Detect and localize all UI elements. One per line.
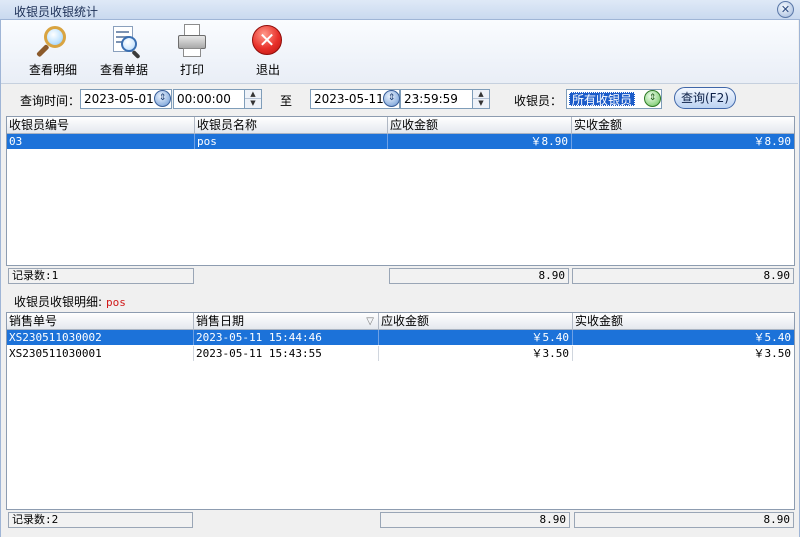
cashier-label: 收银员：: [514, 94, 563, 108]
cell-cashier-name: pos: [195, 134, 388, 149]
end-date-dropdown-icon[interactable]: [383, 90, 400, 107]
col-cashier-code[interactable]: 收银员编号: [7, 117, 195, 134]
cashier-selected-value: 所有收银员: [569, 92, 636, 107]
table-row[interactable]: 03 pos ￥8.90 ￥8.90: [7, 134, 794, 149]
start-time-value: 00:00:00: [177, 92, 231, 106]
window-title: 收银员收银统计: [14, 5, 99, 19]
exit-label: 退出: [255, 63, 280, 77]
document-search-icon: [107, 24, 141, 60]
summary-receivable-total: 8.90: [389, 268, 569, 284]
print-button[interactable]: 打印: [171, 24, 213, 82]
detail-receivable-total: 8.90: [380, 512, 570, 528]
end-time-field[interactable]: 23:59:59: [400, 89, 473, 109]
view-document-label: 查看单据: [99, 63, 148, 77]
cell-receivable: ￥8.90: [388, 134, 572, 149]
col-cashier-name[interactable]: 收银员名称: [195, 117, 388, 134]
sort-descending-icon: ▽: [366, 316, 374, 327]
start-date-value: 2023-05-01: [84, 92, 154, 106]
query-bar: 查询时间： 2023-05-01 00:00:00 ▲▼ 至 2023-05-1…: [1, 84, 798, 114]
query-time-label: 查询时间：: [20, 94, 81, 108]
cell-receivable: ￥3.50: [379, 346, 573, 361]
detail-label-text: 收银员收银明细:: [14, 295, 103, 309]
summary-table-header: 收银员编号 收银员名称 应收金额 实收金额: [7, 117, 794, 134]
cell-order-no: XS230511030002: [7, 330, 194, 345]
toolbar: 查看明细 查看单据 打印 ✕ 退出: [1, 20, 798, 84]
col-detail-receivable[interactable]: 应收金额: [379, 313, 573, 330]
print-label: 打印: [179, 63, 204, 77]
cell-receivable: ￥5.40: [379, 330, 573, 345]
cell-received: ￥8.90: [753, 135, 792, 148]
detail-cashier-name: pos: [106, 296, 126, 309]
summary-footer: 记录数:1 8.90 8.90: [6, 266, 795, 286]
summary-record-count: 记录数:1: [8, 268, 194, 284]
col-receivable[interactable]: 应收金额: [388, 117, 572, 134]
start-date-dropdown-icon[interactable]: [154, 90, 171, 107]
detail-label: 收银员收银明细: pos: [14, 293, 126, 310]
col-received[interactable]: 实收金额: [572, 117, 794, 134]
cell-received: ￥5.40: [753, 331, 792, 344]
view-document-button[interactable]: 查看单据: [96, 24, 152, 82]
end-date-value: 2023-05-11: [314, 92, 384, 106]
cell-received: ￥3.50: [753, 347, 792, 360]
query-button[interactable]: 查询(F2): [674, 87, 736, 109]
cashier-dropdown-icon[interactable]: [644, 90, 661, 107]
cell-order-no: XS230511030001: [7, 346, 194, 361]
start-time-field[interactable]: 00:00:00: [173, 89, 245, 109]
col-detail-received[interactable]: 实收金额: [573, 313, 794, 330]
col-sale-date-label: 销售日期: [196, 314, 245, 328]
title-bar: 收银员收银统计 ✕: [0, 0, 800, 20]
col-order-no[interactable]: 销售单号: [7, 313, 194, 330]
detail-table: 销售单号 销售日期 ▽ 应收金额 实收金额 XS230511030002 202…: [6, 312, 795, 510]
printer-icon: [175, 24, 209, 58]
detail-footer: 记录数:2 8.90 8.90: [6, 510, 795, 530]
end-time-spinner[interactable]: ▲ ▼: [472, 89, 490, 109]
detail-table-header: 销售单号 销售日期 ▽ 应收金额 实收金额: [7, 313, 794, 330]
col-sale-date[interactable]: 销售日期 ▽: [194, 313, 379, 330]
cell-sale-date: 2023-05-11 15:43:55: [194, 346, 379, 361]
start-time-spinner[interactable]: ▲ ▼: [244, 89, 262, 109]
end-time-value: 23:59:59: [404, 92, 458, 106]
detail-received-total: 8.90: [574, 512, 794, 528]
cell-cashier-code: 03: [7, 134, 195, 149]
exit-icon: ✕: [251, 24, 285, 58]
magnifier-icon: [36, 24, 70, 58]
table-row[interactable]: XS230511030002 2023-05-11 15:44:46 ￥5.40…: [7, 330, 794, 345]
close-icon[interactable]: ✕: [777, 1, 794, 18]
summary-table: 收银员编号 收银员名称 应收金额 实收金额 03 pos ￥8.90 ￥8.90: [6, 116, 795, 266]
table-row[interactable]: XS230511030001 2023-05-11 15:43:55 ￥3.50…: [7, 346, 794, 361]
view-detail-button[interactable]: 查看明细: [25, 24, 81, 82]
cell-sale-date: 2023-05-11 15:44:46: [194, 330, 379, 345]
view-detail-label: 查看明细: [28, 63, 77, 77]
exit-button[interactable]: ✕ 退出: [247, 24, 289, 82]
detail-record-count: 记录数:2: [8, 512, 193, 528]
summary-received-total: 8.90: [572, 268, 794, 284]
to-label: 至: [280, 94, 293, 108]
